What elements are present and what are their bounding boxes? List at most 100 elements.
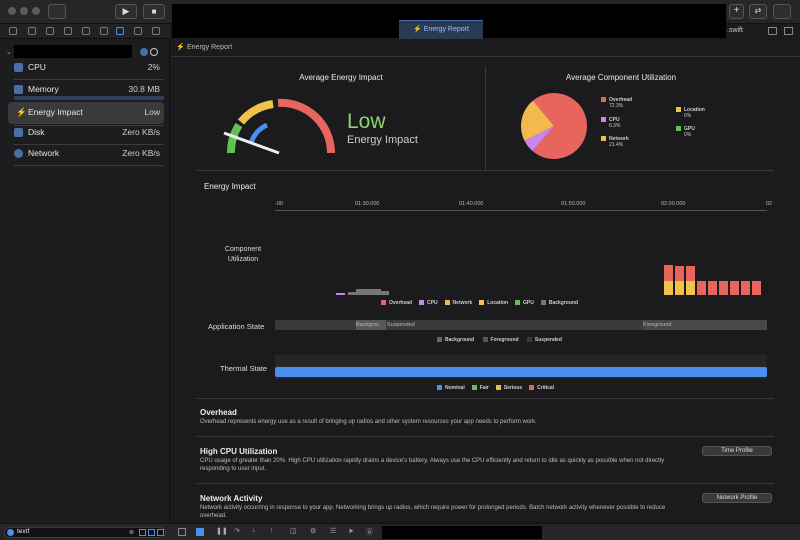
swap-icon[interactable]: ⇄ bbox=[749, 4, 767, 19]
high-cpu-title: High CPU Utilization bbox=[200, 447, 278, 456]
gauge-value: Zero KB/s bbox=[122, 127, 160, 137]
gauge-value: Zero KB/s bbox=[122, 148, 160, 158]
pie-legend-overhead: Overhead 72.3% bbox=[601, 97, 632, 109]
close-window-button[interactable] bbox=[8, 7, 16, 15]
report-title: Energy Report bbox=[187, 44, 233, 51]
tick-label: 01:30.000 bbox=[355, 201, 380, 207]
clear-filter-icon[interactable]: ⊗ bbox=[129, 529, 134, 536]
zoom-window-button[interactable] bbox=[32, 7, 40, 15]
pause-icon[interactable]: ❚❚ bbox=[216, 527, 228, 535]
test-icon[interactable] bbox=[100, 27, 108, 35]
tab-energy-report[interactable]: ⚡ Energy Report bbox=[399, 20, 483, 39]
component-bars bbox=[336, 263, 766, 295]
file-tab-suffix[interactable]: .swift bbox=[727, 27, 743, 34]
bolt-icon: ⚡ bbox=[16, 107, 27, 117]
high-cpu-description: CPU usage of greater than 20%. High CPU … bbox=[200, 458, 665, 472]
component-utilization-label: Component Utilization bbox=[224, 246, 262, 263]
divider bbox=[197, 483, 774, 484]
debug-navigator: ⌄ CPU 2% Memory 30.8 MB ⚡ Energy Impact … bbox=[0, 39, 170, 523]
energy-report-panel: ⚡ Energy Report Average Energy Impact Lo… bbox=[171, 39, 800, 523]
split-editor-icon[interactable] bbox=[784, 27, 793, 35]
network-profile-button[interactable]: Network Profile bbox=[702, 493, 772, 503]
app-store-icon[interactable]: Ⓐ bbox=[366, 527, 373, 537]
app-state-suspended: Suspended bbox=[387, 322, 415, 328]
bolt-icon: ⚡ bbox=[176, 44, 185, 51]
step-into-icon[interactable]: ↓ bbox=[252, 527, 256, 534]
filter-field[interactable]: textf ⊗ bbox=[4, 527, 166, 538]
disclosure-chevron-icon[interactable]: ⌄ bbox=[6, 48, 12, 56]
gauge-cpu[interactable]: CPU 2% bbox=[14, 59, 164, 77]
breakpoint-icon[interactable] bbox=[134, 27, 142, 35]
memory-icon bbox=[14, 85, 23, 94]
memory-graph-icon[interactable]: ⚙ bbox=[310, 527, 316, 535]
thermal-legend: Nominal Fair Serious Critical bbox=[437, 385, 554, 391]
energy-level-caption: Energy Impact bbox=[347, 134, 418, 146]
tick-label: -00 bbox=[275, 201, 283, 207]
target-selector[interactable] bbox=[382, 526, 542, 539]
overhead-title: Overhead bbox=[200, 408, 237, 417]
process-name bbox=[14, 45, 132, 58]
energy-gauge bbox=[223, 98, 336, 155]
xcode-window: ▶ ■ + ⇄ ⚡ Energy Report .swift ⌄ CPU 2% bbox=[0, 0, 800, 540]
run-button[interactable]: ▶ bbox=[115, 4, 137, 19]
search-icon[interactable] bbox=[64, 27, 72, 35]
pie-legend-network: Network 21.4% bbox=[601, 136, 629, 148]
time-profile-button[interactable]: Time Profile bbox=[702, 446, 772, 456]
tick-label: 01:40.000 bbox=[459, 201, 484, 207]
tick-label: 02 bbox=[766, 201, 773, 207]
report-icon[interactable] bbox=[152, 27, 160, 35]
memory-bar bbox=[14, 96, 164, 100]
divider bbox=[197, 398, 774, 399]
stop-button[interactable]: ■ bbox=[143, 4, 165, 19]
globe-icon bbox=[14, 149, 23, 158]
disk-icon bbox=[14, 128, 23, 137]
avg-energy-title: Average Energy Impact bbox=[299, 73, 383, 82]
environment-icon[interactable]: ☰ bbox=[330, 527, 336, 535]
step-out-icon[interactable]: ↑ bbox=[270, 527, 274, 534]
cpu-icon bbox=[14, 63, 23, 72]
app-state-foreground: Foreground bbox=[643, 320, 767, 330]
network-activity-title: Network Activity bbox=[200, 494, 263, 503]
app-state-background: Backgrou bbox=[356, 320, 386, 330]
location-icon[interactable]: ➤ bbox=[348, 527, 354, 535]
step-over-icon[interactable]: ↷ bbox=[234, 527, 240, 535]
folder-icon[interactable] bbox=[768, 27, 777, 35]
minimize-window-button[interactable] bbox=[20, 7, 28, 15]
gauge-network[interactable]: Network Zero KB/s bbox=[14, 145, 164, 163]
process-status-icon bbox=[150, 48, 158, 56]
divider bbox=[197, 436, 774, 437]
filter-input[interactable]: textf bbox=[17, 528, 29, 535]
pie-legend-location: Location 0% bbox=[676, 107, 705, 119]
thermal-state-nominal-bar bbox=[275, 367, 767, 377]
divider bbox=[197, 170, 774, 171]
source-control-icon[interactable] bbox=[28, 27, 36, 35]
divider bbox=[14, 165, 164, 166]
app-state-legend: Background Foreground Suspended bbox=[437, 337, 562, 343]
symbol-icon[interactable] bbox=[46, 27, 54, 35]
debug-view-icon[interactable]: ◫ bbox=[290, 527, 297, 535]
inspector-toggle-icon[interactable] bbox=[773, 4, 791, 19]
avg-component-title: Average Component Utilization bbox=[565, 73, 677, 82]
tab-label: Energy Report bbox=[423, 26, 469, 33]
filter-option-icon[interactable] bbox=[157, 529, 164, 536]
timeline-axis bbox=[275, 210, 767, 211]
filter-option-icon[interactable] bbox=[148, 529, 155, 536]
debug-bar: textf ⊗ ❚❚ ↷ ↓ ↑ ◫ ⚙ ☰ ➤ Ⓐ bbox=[0, 523, 800, 540]
gauge-disk[interactable]: Disk Zero KB/s bbox=[14, 124, 164, 142]
gauge-label: Memory bbox=[28, 84, 59, 94]
breakpoints-icon[interactable] bbox=[196, 528, 204, 536]
timeline-title: Energy Impact bbox=[204, 182, 256, 191]
sidebar-toggle-icon[interactable] bbox=[48, 4, 66, 19]
pie-legend-cpu: CPU 6.3% bbox=[601, 117, 620, 129]
add-icon[interactable]: + bbox=[729, 4, 744, 19]
filter-option-icon[interactable] bbox=[139, 529, 146, 536]
debug-icon[interactable] bbox=[116, 27, 124, 35]
issue-icon[interactable] bbox=[82, 27, 90, 35]
navigator-selector-bar bbox=[0, 24, 170, 39]
gauge-label: Energy Impact bbox=[28, 107, 83, 117]
divider bbox=[485, 66, 486, 171]
gauge-energy-impact[interactable]: ⚡ Energy Impact Low bbox=[14, 104, 164, 122]
folder-icon[interactable] bbox=[9, 27, 17, 35]
console-toggle-icon[interactable] bbox=[178, 528, 186, 536]
thermal-state-label: Thermal State bbox=[220, 364, 268, 373]
